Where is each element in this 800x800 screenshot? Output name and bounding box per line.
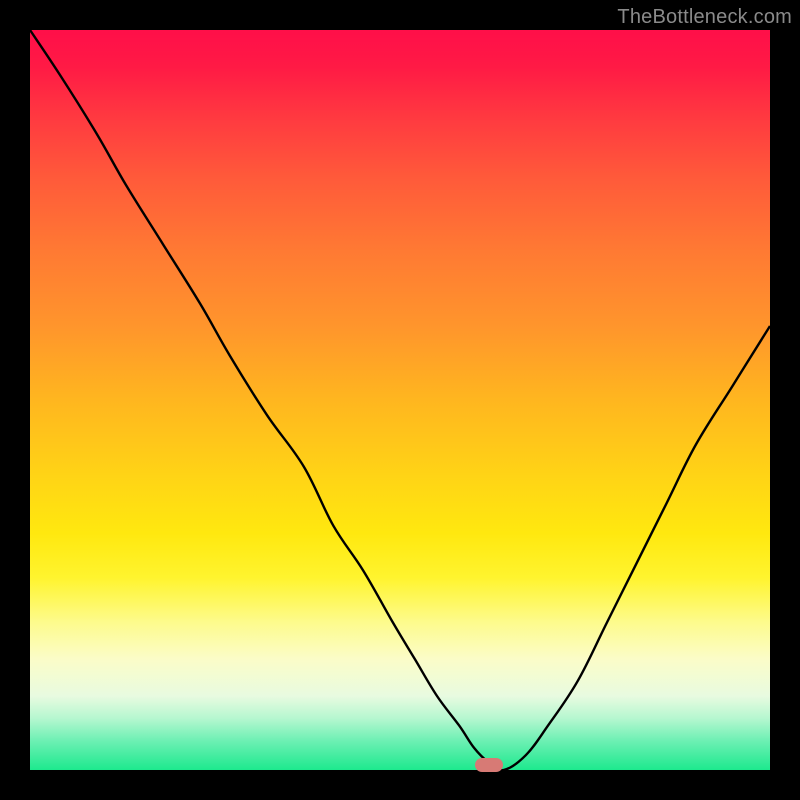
bottleneck-curve-path <box>30 30 770 770</box>
chart-curve <box>30 30 770 770</box>
optimal-point-marker <box>475 758 503 772</box>
chart-frame <box>30 30 770 770</box>
watermark-text: TheBottleneck.com <box>617 6 792 29</box>
